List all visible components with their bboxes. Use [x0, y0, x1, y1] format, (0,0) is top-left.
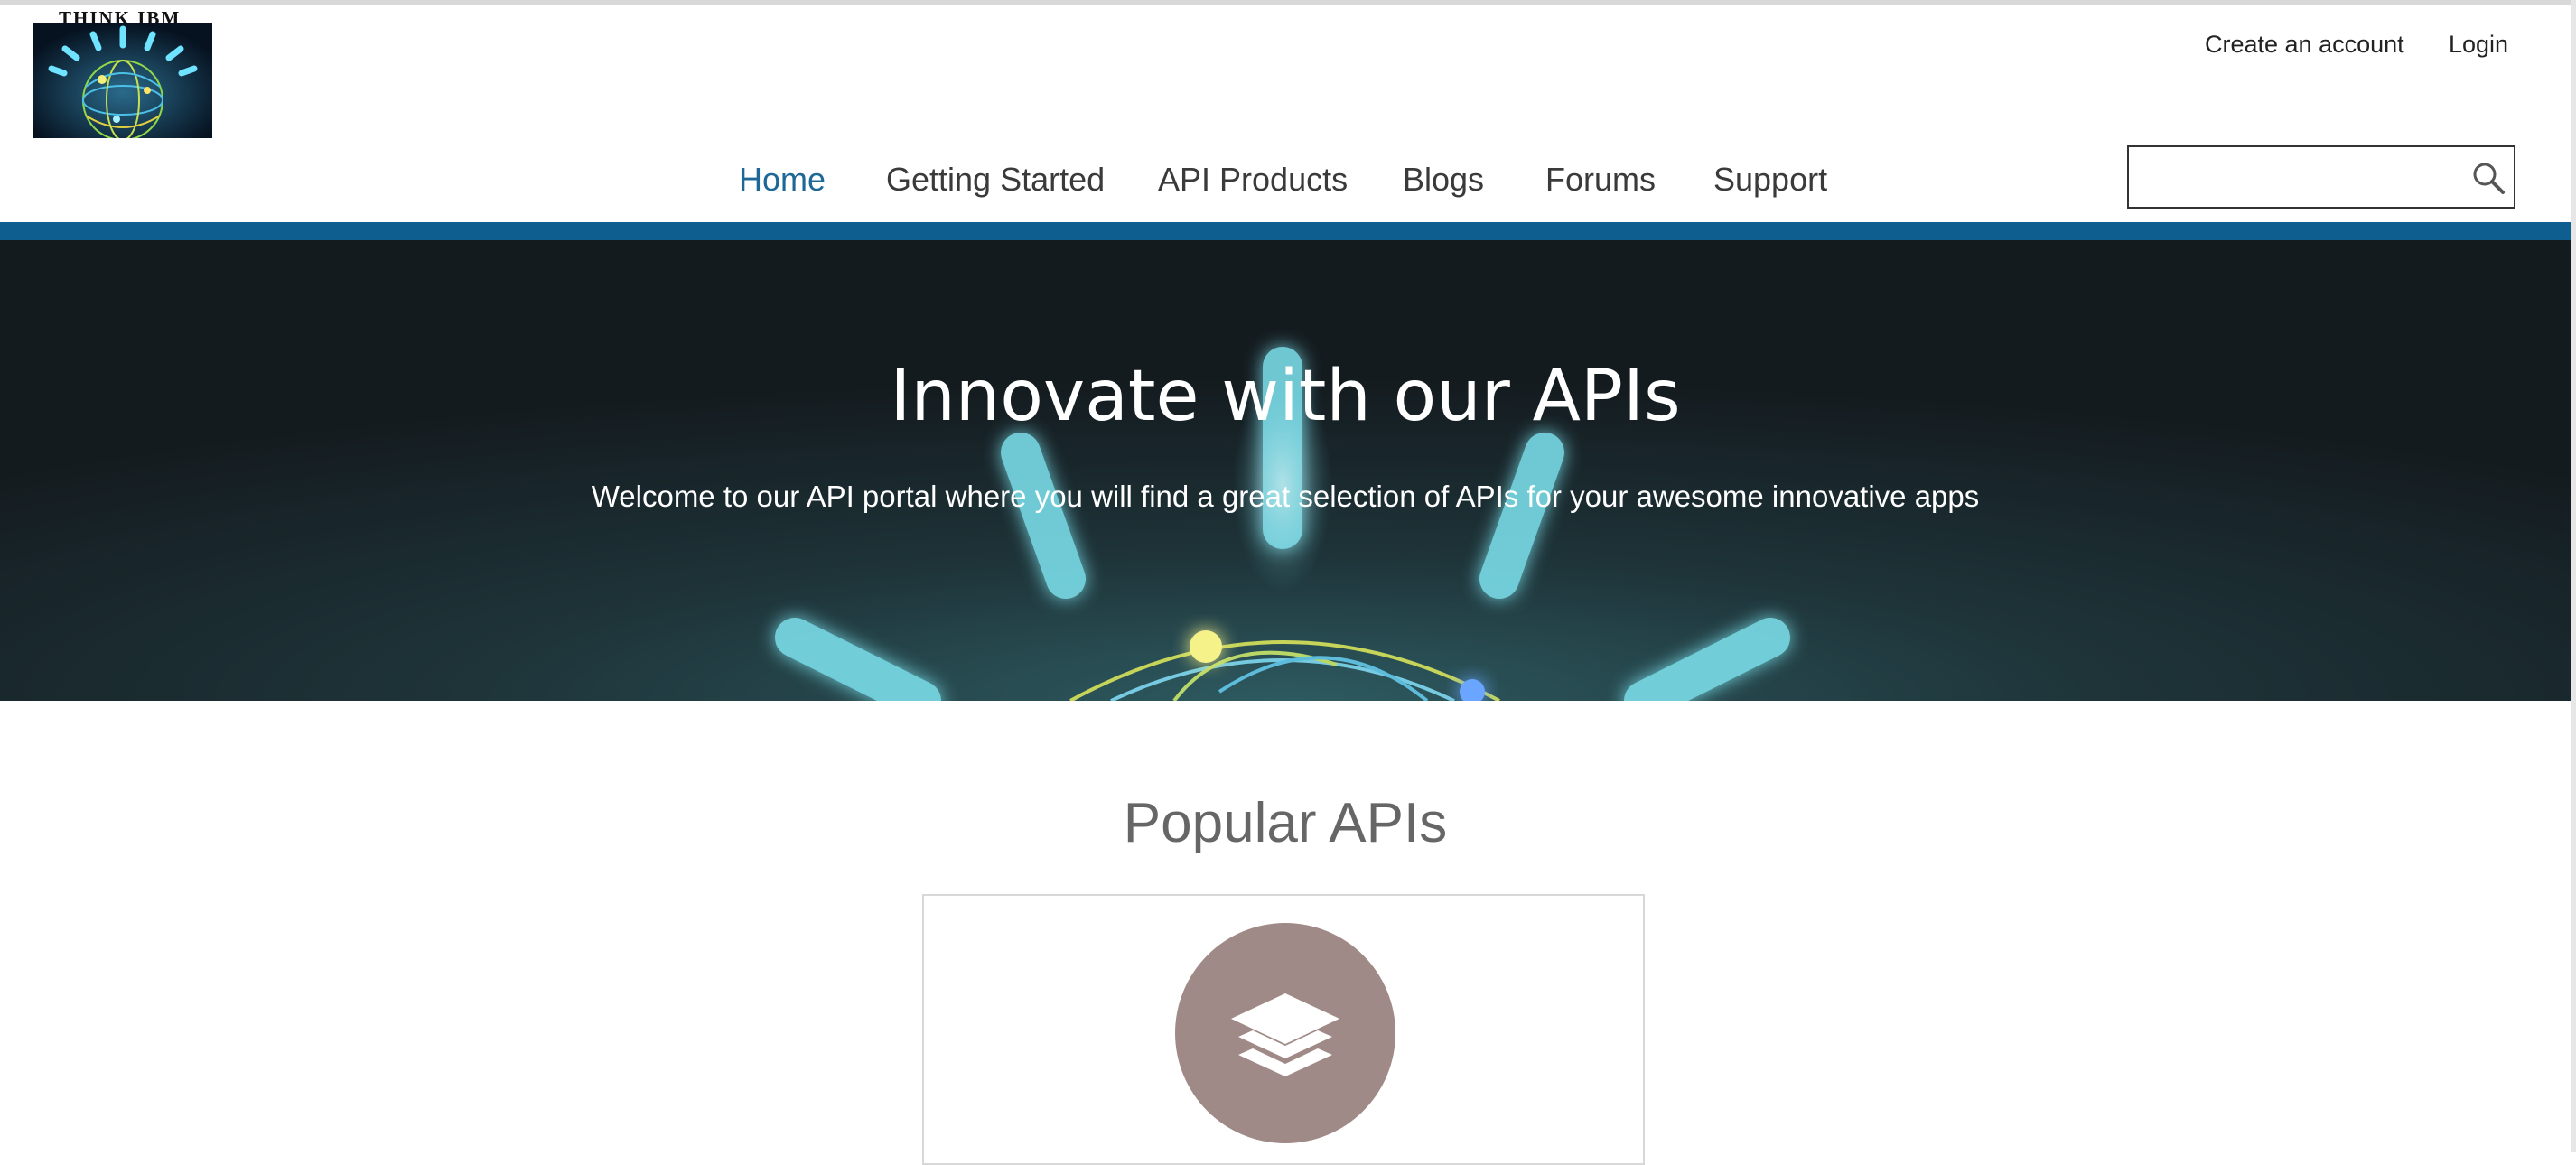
nav-item-getting-started[interactable]: Getting Started	[886, 161, 1105, 199]
search-box	[2127, 145, 2515, 209]
api-card-icon-circle	[1175, 923, 1395, 1143]
nav-item-support[interactable]: Support	[1713, 161, 1827, 199]
hero-background-art	[0, 240, 2571, 701]
create-account-link[interactable]: Create an account	[2205, 31, 2404, 59]
nav-item-home[interactable]: Home	[739, 161, 826, 199]
hero-title: Innovate with our APIs	[890, 356, 1681, 437]
nav-item-blogs[interactable]: Blogs	[1403, 161, 1484, 199]
search-icon[interactable]	[2470, 160, 2506, 196]
nav-accent-bar	[0, 222, 2571, 240]
layers-icon	[1231, 993, 1339, 1076]
browser-top-edge	[0, 0, 2576, 5]
site-logo[interactable]: THINK IBM	[33, 7, 212, 138]
hero-subtitle: Welcome to our API portal where you will…	[591, 480, 1980, 513]
popular-apis-heading: Popular APIs	[1123, 792, 1448, 854]
nav-item-forums[interactable]: Forums	[1545, 161, 1656, 199]
nav-item-api-products[interactable]: API Products	[1158, 161, 1348, 199]
scrollbar-track[interactable]	[2571, 0, 2576, 1152]
hero-banner: Innovate with our APIs Welcome to our AP…	[0, 240, 2571, 701]
logo-image	[33, 23, 212, 138]
login-link[interactable]: Login	[2449, 31, 2508, 59]
search-input[interactable]	[2138, 156, 2449, 200]
api-card[interactable]	[922, 894, 1645, 1165]
